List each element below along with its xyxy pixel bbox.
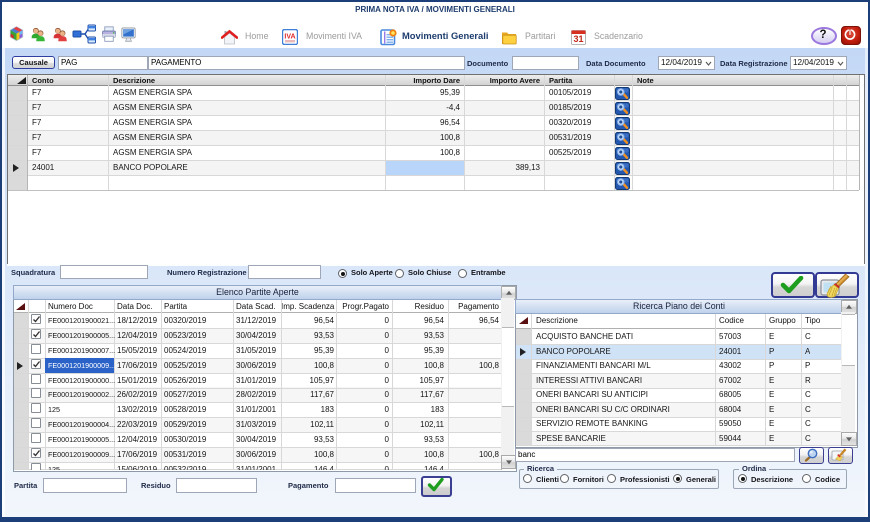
svg-text:31: 31: [573, 34, 583, 44]
svg-text:IVA: IVA: [284, 34, 295, 41]
